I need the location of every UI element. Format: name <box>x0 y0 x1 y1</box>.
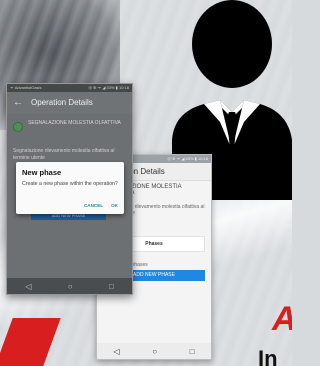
nav-recent-icon[interactable]: □ <box>190 347 195 356</box>
back-arrow-icon[interactable]: ← <box>13 92 23 114</box>
status-dot-icon <box>13 122 23 132</box>
nav-recent-icon[interactable]: □ <box>109 282 114 291</box>
status-icons: ◎ ⊕ ᯤ ◢ 53% ▮ 10:18 <box>88 85 129 90</box>
operation-item: SEGNALAZIONE MOLESTIA OLFATTIVA <box>7 114 132 138</box>
dialog-title: New phase <box>22 168 62 177</box>
ok-button[interactable]: OK <box>111 203 118 208</box>
nav-home-icon[interactable]: ○ <box>152 347 157 356</box>
red-accent-letter: A <box>272 300 292 339</box>
navigation-bar: ◁ ○ □ <box>97 343 211 359</box>
operation-description: Segnalazione rilevamento molestia olfatt… <box>13 148 115 161</box>
operation-title: SEGNALAZIONE MOLESTIA OLFATTIVA <box>28 120 121 126</box>
page-title: Operation Details <box>31 98 93 107</box>
carrier-text: ᯤ AdvantistOasis <box>10 85 42 90</box>
nav-back-icon[interactable]: ◁ <box>113 347 119 356</box>
status-bar: ᯤ AdvantistOasis ◎ ⊕ ᯤ ◢ 53% ▮ 10:18 <box>7 84 132 92</box>
dialog-message: Create a new phase within the operation? <box>22 181 118 187</box>
nav-back-icon[interactable]: ◁ <box>25 282 31 291</box>
navigation-bar: ◁ ○ □ <box>7 278 132 294</box>
background-text: In <box>258 346 278 366</box>
new-phase-dialog: New phase Create a new phase within the … <box>16 162 124 214</box>
dialog-actions: CANCEL OK <box>84 203 118 208</box>
app-bar: ← Operation Details <box>7 92 132 114</box>
cancel-button[interactable]: CANCEL <box>84 203 103 208</box>
nav-home-icon[interactable]: ○ <box>68 282 73 291</box>
